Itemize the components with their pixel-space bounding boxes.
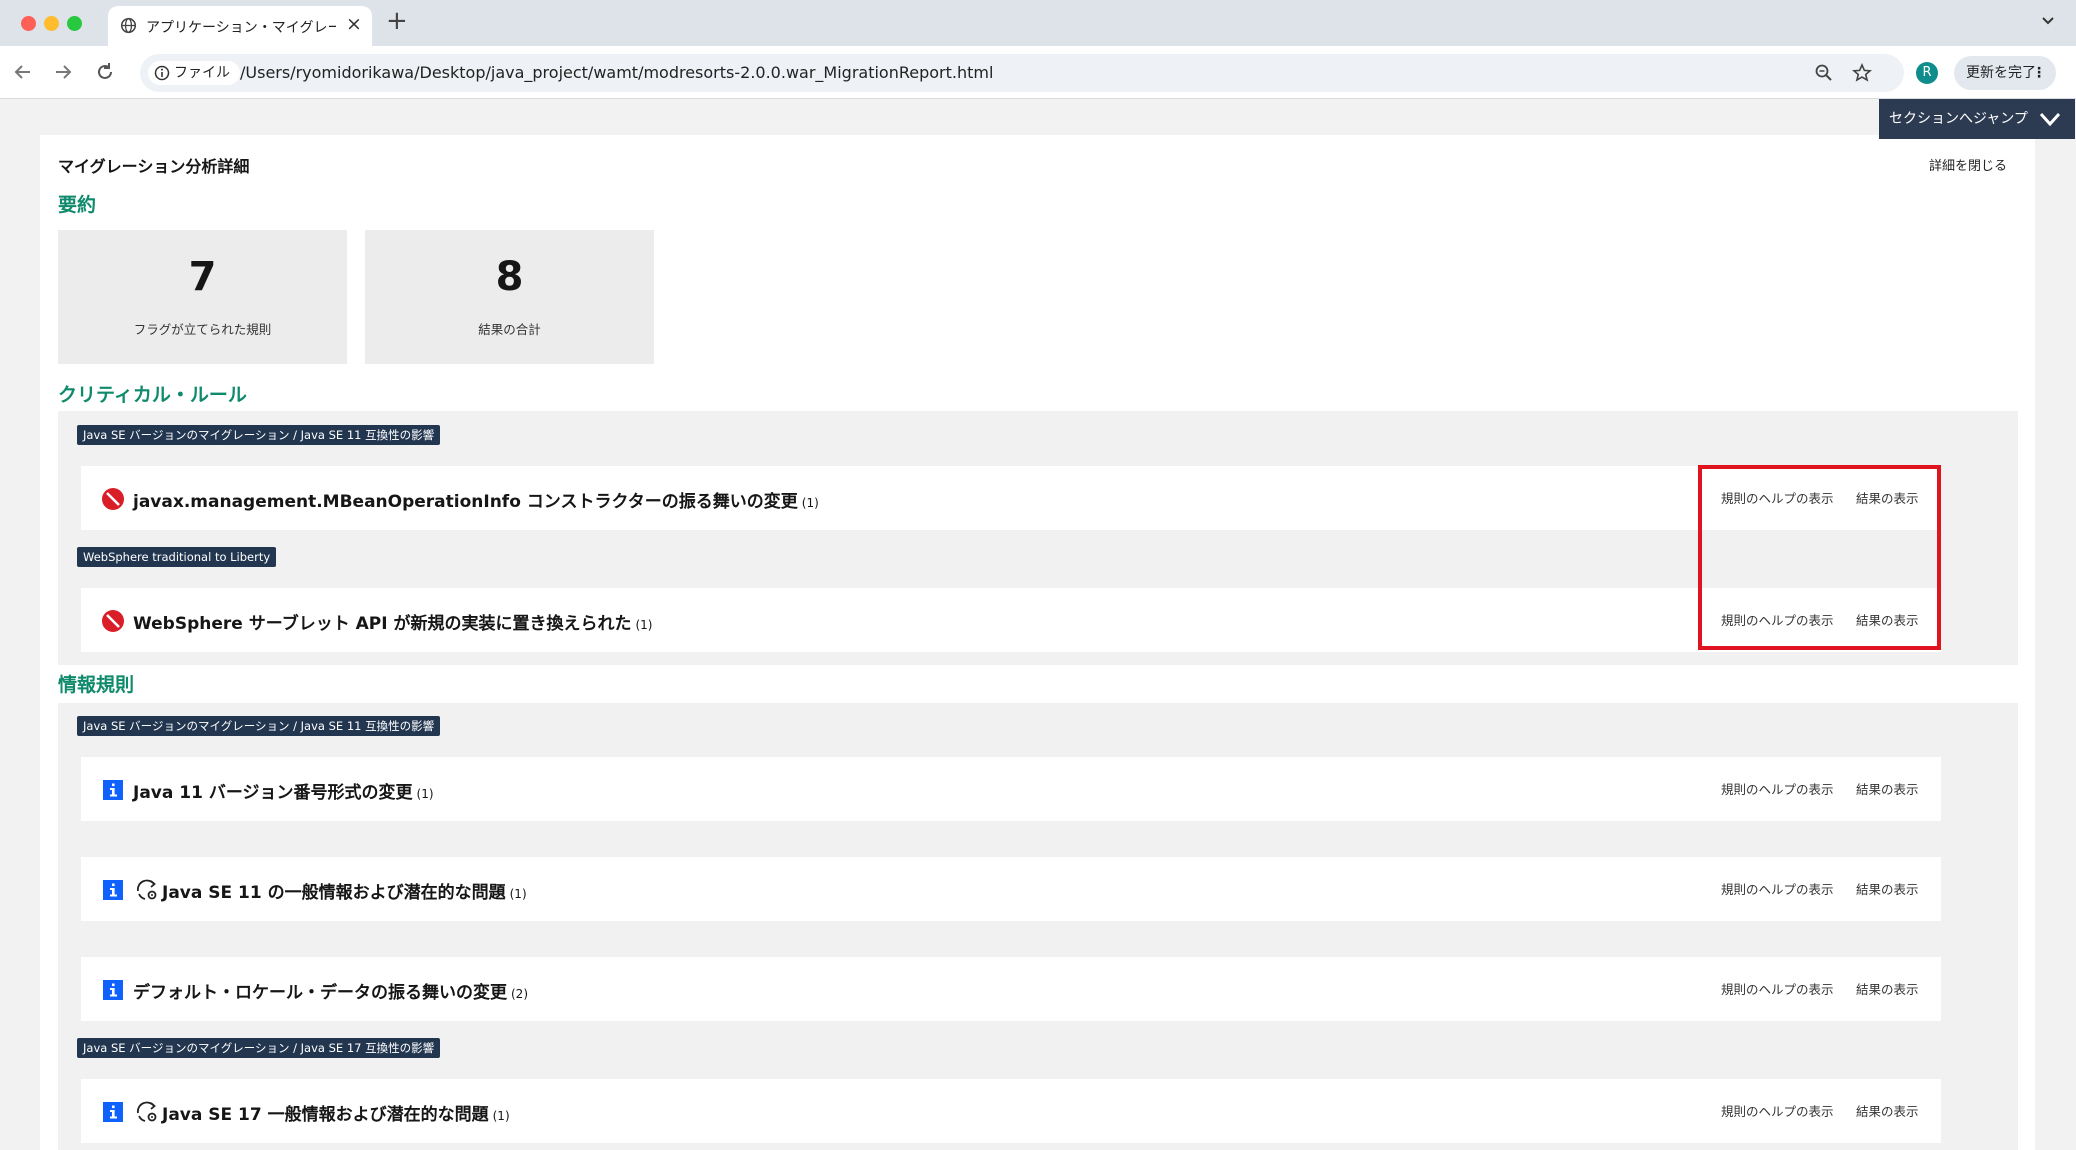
- total-results-label: 結果の合計: [478, 322, 541, 337]
- info-circle-icon: [154, 65, 170, 81]
- chevron-down-icon: [2039, 112, 2061, 127]
- info-rules-heading: 情報規則: [58, 674, 135, 696]
- prohibited-icon: [102, 488, 124, 510]
- rule-count: (2): [511, 987, 528, 1001]
- kebab-menu-icon[interactable]: ⋮: [2032, 56, 2046, 90]
- view-results-link[interactable]: 結果の表示: [1856, 979, 1919, 998]
- rule-title[interactable]: javax.management.MBeanOperationInfo コンスト…: [133, 487, 819, 512]
- rule-title[interactable]: デフォルト・ロケール・データの振る舞いの変更 (2): [133, 978, 528, 1003]
- tab-title: アプリケーション・マイグレーション: [146, 20, 336, 36]
- rule-help-link[interactable]: 規則のヘルプの表示: [1721, 879, 1834, 898]
- window-zoom-button[interactable]: [67, 16, 82, 31]
- category-tag: WebSphere traditional to Liberty: [77, 547, 277, 567]
- cycle-gear-icon: [137, 879, 157, 900]
- update-label: 更新を完了: [1966, 65, 2036, 81]
- address-bar[interactable]: ファイル /Users/ryomidorikawa/Desktop/java_p…: [140, 54, 1904, 92]
- rule-row: Java SE 17 一般情報および潜在的な問題 (1) 規則のヘルプの表示 結果…: [81, 1079, 1941, 1143]
- profile-avatar[interactable]: R: [1916, 62, 1938, 84]
- update-button[interactable]: 更新を完了 ⋮: [1954, 56, 2056, 90]
- reload-icon[interactable]: [94, 61, 116, 83]
- zoom-icon[interactable]: [1814, 63, 1834, 83]
- rule-title[interactable]: WebSphere サーブレット API が新規の実装に置き換えられた (1): [133, 609, 652, 634]
- window-minimize-button[interactable]: [44, 16, 59, 31]
- category-tag: Java SE バージョンのマイグレーション / Java SE 17 互換性の…: [77, 1038, 441, 1058]
- rule-row: javax.management.MBeanOperationInfo コンスト…: [81, 466, 1941, 530]
- rule-count: (1): [635, 618, 653, 632]
- browser-tab-bar: アプリケーション・マイグレーション × +: [0, 0, 2076, 46]
- url-scheme-label: ファイル: [174, 65, 230, 81]
- prohibited-icon: [102, 610, 124, 632]
- site-info-chip[interactable]: ファイル: [148, 61, 240, 85]
- window-close-button[interactable]: [21, 16, 36, 31]
- view-results-link[interactable]: 結果の表示: [1856, 779, 1919, 798]
- info-icon: [103, 1102, 123, 1122]
- new-tab-button[interactable]: +: [386, 6, 408, 36]
- globe-icon: [120, 17, 137, 34]
- rule-row: Java SE 11 の一般情報および潜在的な問題 (1) 規則のヘルプの表示 結…: [81, 857, 1941, 921]
- info-icon: [103, 780, 123, 800]
- rule-count: (1): [509, 887, 527, 901]
- info-icon: [103, 980, 123, 1000]
- summary-card-flagged-rules: 7 フラグが立てられた規則: [58, 230, 347, 364]
- info-icon: [103, 880, 123, 900]
- flagged-rules-count: 7: [188, 254, 217, 300]
- cycle-gear-icon: [137, 1101, 157, 1122]
- rule-title[interactable]: Java 11 バージョン番号形式の変更 (1): [133, 778, 434, 803]
- rule-title[interactable]: Java SE 17 一般情報および潜在的な問題 (1): [162, 1100, 510, 1125]
- info-rules-group: Java SE バージョンのマイグレーション / Java SE 11 互換性の…: [58, 703, 2018, 1150]
- rule-row: デフォルト・ロケール・データの振る舞いの変更 (2) 規則のヘルプの表示 結果の表…: [81, 957, 1941, 1021]
- highlight-box: [1698, 465, 1941, 650]
- flagged-rules-label: フラグが立てられた規則: [133, 322, 272, 337]
- rule-count: (1): [416, 787, 434, 801]
- view-results-link[interactable]: 結果の表示: [1856, 879, 1919, 898]
- category-tag: Java SE バージョンのマイグレーション / Java SE 11 互換性の…: [77, 425, 441, 445]
- bookmark-star-icon[interactable]: [1852, 63, 1872, 83]
- summary-heading: 要約: [58, 194, 97, 216]
- summary-card-total-results: 8 結果の合計: [365, 230, 654, 364]
- jump-to-section-button[interactable]: セクションへジャンプ: [1879, 99, 2075, 139]
- total-results-count: 8: [495, 254, 524, 300]
- tab-close-icon[interactable]: ×: [346, 13, 362, 35]
- browser-toolbar: ファイル /Users/ryomidorikawa/Desktop/java_p…: [0, 46, 2076, 99]
- category-tag: Java SE バージョンのマイグレーション / Java SE 11 互換性の…: [77, 716, 441, 736]
- rule-row: WebSphere サーブレット API が新規の実装に置き換えられた (1) 規…: [81, 588, 1941, 652]
- critical-rules-heading: クリティカル・ルール: [58, 384, 247, 406]
- chevron-down-icon[interactable]: [2041, 14, 2055, 28]
- page-title: マイグレーション分析詳細: [58, 157, 250, 176]
- url-text[interactable]: /Users/ryomidorikawa/Desktop/java_projec…: [240, 63, 993, 82]
- rule-help-link[interactable]: 規則のヘルプの表示: [1721, 779, 1834, 798]
- view-results-link[interactable]: 結果の表示: [1856, 1101, 1919, 1120]
- rule-help-link[interactable]: 規則のヘルプの表示: [1721, 979, 1834, 998]
- rule-title[interactable]: Java SE 11 の一般情報および潜在的な問題 (1): [162, 878, 527, 903]
- rule-count: (1): [492, 1109, 510, 1123]
- rule-row: Java 11 バージョン番号形式の変更 (1) 規則のヘルプの表示 結果の表示: [81, 757, 1941, 821]
- close-details-link[interactable]: 詳細を閉じる: [1929, 155, 2007, 174]
- forward-arrow-icon[interactable]: [52, 61, 74, 83]
- rule-count: (1): [801, 496, 819, 510]
- rule-help-link[interactable]: 規則のヘルプの表示: [1721, 1101, 1834, 1120]
- browser-tab[interactable]: アプリケーション・マイグレーション ×: [108, 6, 372, 46]
- jump-label: セクションへジャンプ: [1889, 111, 2028, 127]
- back-arrow-icon[interactable]: [12, 61, 34, 83]
